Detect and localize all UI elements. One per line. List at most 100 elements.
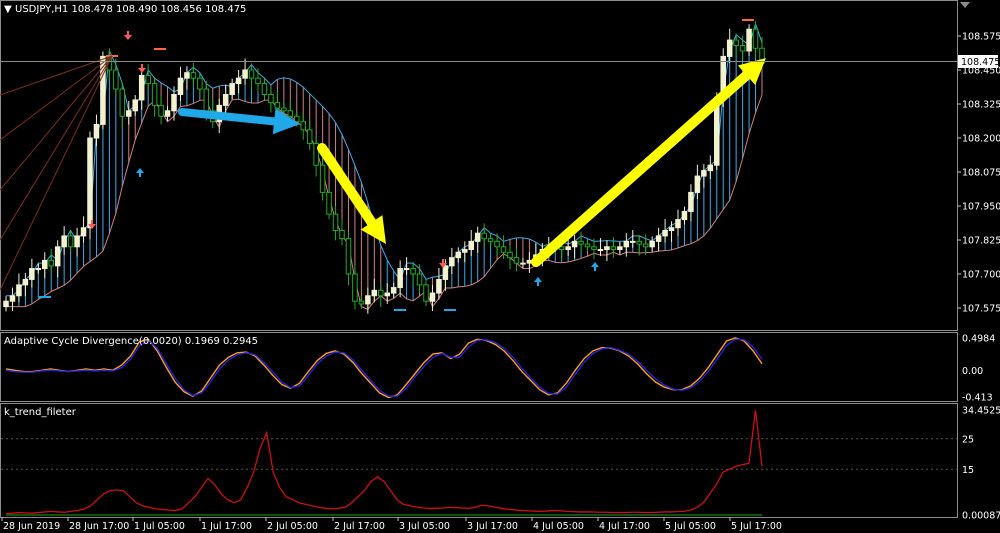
candle-body <box>578 240 584 245</box>
candle-body <box>16 284 22 297</box>
candle-body <box>190 72 197 79</box>
candle-body <box>481 232 487 240</box>
y-tick-label: 108.200 <box>962 134 1000 145</box>
candle-body <box>229 83 235 95</box>
candle-body <box>423 284 429 302</box>
candle-body <box>604 246 610 251</box>
y-tick-label: 108.325 <box>962 100 1000 111</box>
candle-body <box>151 83 158 106</box>
candle-body <box>326 191 332 215</box>
candle-body <box>442 265 449 280</box>
candle-body <box>384 292 390 297</box>
x-tick-label: 3 Jul 17:00 <box>467 521 518 532</box>
candle-body <box>752 28 759 49</box>
candle-body <box>655 235 662 242</box>
x-tick-label: 5 Jul 17:00 <box>731 521 782 532</box>
candle-body <box>268 93 274 104</box>
candle-body <box>436 278 442 294</box>
trend-y-tick-label: 0.00087 <box>962 511 1000 522</box>
candle-body <box>184 72 190 79</box>
candle-body <box>61 235 67 248</box>
x-tick-label: 1 Jul 05:00 <box>134 521 185 532</box>
x-tick-label: 2 Jul 17:00 <box>334 521 385 532</box>
x-tick-label: 4 Jul 17:00 <box>599 521 650 532</box>
candle-body <box>494 240 500 248</box>
acd-y-tick-label: 0.4984 <box>962 334 995 345</box>
candle-body <box>630 240 636 243</box>
candle-body <box>390 287 397 294</box>
candle-body <box>339 229 345 240</box>
candle-body <box>462 249 468 253</box>
x-tick-label: 4 Jul 05:00 <box>533 521 584 532</box>
candle-body <box>164 110 171 117</box>
candle-body <box>468 240 474 251</box>
candle-body <box>591 246 597 251</box>
candle-body <box>733 39 739 47</box>
candle-body <box>675 219 681 229</box>
candle-body <box>126 110 132 117</box>
candle-body <box>681 210 688 221</box>
candle-body <box>332 213 339 231</box>
candle-body <box>571 240 578 248</box>
candle-body <box>93 123 100 139</box>
y-tick-label: 108.075 <box>962 168 1000 179</box>
candle-body <box>9 295 16 302</box>
candle-body <box>35 268 42 271</box>
candle-body <box>48 259 54 267</box>
candle-body <box>358 300 365 305</box>
candle-body <box>694 175 701 193</box>
candle-body <box>345 238 352 275</box>
candle-body <box>29 268 35 280</box>
candle-body <box>520 262 526 265</box>
candle-body <box>636 240 642 245</box>
candle-body <box>610 246 617 251</box>
candle-body <box>365 295 371 305</box>
x-tick-label: 3 Jul 05:00 <box>399 521 450 532</box>
candle-body <box>416 273 423 286</box>
candle-body <box>74 235 80 248</box>
y-tick-label: 107.575 <box>962 304 1000 315</box>
candle-body <box>597 249 604 252</box>
acd-pane-header: Adaptive Cycle Divergence(0.0020) 0.1969… <box>4 336 258 347</box>
candle-body <box>449 257 455 267</box>
candle-body <box>171 93 177 112</box>
candle-body <box>248 69 255 79</box>
candle-body <box>54 246 61 267</box>
candle-body <box>119 88 126 117</box>
candle-body <box>513 257 520 264</box>
acd-y-tick-label: 0.00 <box>962 366 983 377</box>
x-tick-label: 5 Jul 05:00 <box>665 521 716 532</box>
candle-body <box>281 107 287 112</box>
candle-body <box>726 39 733 57</box>
candle-body <box>352 273 358 302</box>
trend-y-tick-label: 34.4525 <box>962 406 1000 417</box>
candle-body <box>642 243 649 248</box>
candle-body <box>22 278 29 286</box>
candle-body <box>222 93 229 106</box>
candle-body <box>623 240 630 248</box>
symbol-icon[interactable]: ▼ <box>4 4 12 15</box>
candle-body <box>197 77 203 90</box>
candle-body <box>3 300 9 308</box>
candle-body <box>319 164 326 193</box>
candle-body <box>306 129 313 144</box>
candle-body <box>397 268 403 289</box>
candle-body <box>42 259 48 270</box>
candle-body <box>203 88 210 112</box>
candle-body <box>617 246 623 251</box>
x-tick-label: 28 Jun 17:00 <box>69 521 129 532</box>
trading-chart: 108.575108.450108.325108.200108.075107.9… <box>0 0 1000 533</box>
candle-body <box>261 83 268 95</box>
trend-y-tick-label: 15 <box>962 465 974 476</box>
candle-body <box>455 251 462 259</box>
x-tick-label: 2 Jul 05:00 <box>267 521 318 532</box>
candle-body <box>87 137 93 229</box>
candle-body <box>158 104 164 117</box>
candle-body <box>474 232 481 242</box>
candle-body <box>707 164 714 172</box>
candle-body <box>378 289 384 297</box>
main-pane-header: USDJPY,H1 108.478 108.490 108.456 108.47… <box>15 4 246 15</box>
candle-body <box>701 170 707 177</box>
trend-y-tick-label: 25 <box>962 434 974 445</box>
candle-body <box>67 235 74 248</box>
